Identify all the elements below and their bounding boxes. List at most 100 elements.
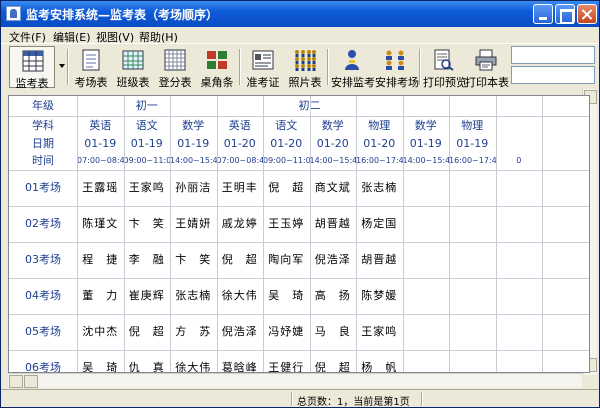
kaochangbiao-button[interactable]: 考场表 xyxy=(71,46,111,89)
toolbar: 监考表 考场表 班级表 登分表 桌角条 准考证 照片表 安排监考 安排考场 打印… xyxy=(1,43,599,90)
time-header: 07:00~08:40 xyxy=(77,156,124,165)
time-header: 14:00~15:40 xyxy=(170,156,217,165)
proctor-name: 吴 琦 xyxy=(82,361,119,373)
room-label: 01考场 xyxy=(25,181,61,194)
proctor-name: 王玉婷 xyxy=(268,217,305,230)
header-label: 日期 xyxy=(32,137,54,150)
anpaikaochang-button[interactable]: 安排考场 xyxy=(375,46,419,89)
print-preview-button[interactable]: 打印预览 xyxy=(423,46,467,89)
scroll-left-icon[interactable] xyxy=(9,375,23,388)
zhuojiaotiao-button[interactable]: 桌角条 xyxy=(197,46,237,89)
proctor-name: 王家鸣 xyxy=(361,325,398,338)
class-table-icon xyxy=(122,50,144,70)
date-header: 01-19 xyxy=(177,137,210,150)
proctor-name: 方 苏 xyxy=(175,325,212,338)
proctor-name xyxy=(496,278,543,314)
grid-line xyxy=(9,206,589,207)
date-header: 01-20 xyxy=(316,137,349,150)
proctor-name xyxy=(403,278,450,314)
page-status: 总页数：1，当前是第1页 xyxy=(297,397,410,408)
proctor-name xyxy=(449,170,496,206)
people-group-icon xyxy=(386,50,404,70)
proctor-name xyxy=(403,242,450,278)
time-header: 14:00~15:40 xyxy=(309,156,357,165)
proctor-name: 倪 超 xyxy=(268,181,305,194)
status-bar: 总页数：1，当前是第1页 xyxy=(1,389,599,407)
proctor-name: 吴 琦 xyxy=(268,289,305,302)
print-button[interactable]: 打印本表 xyxy=(465,46,509,89)
room-label: 05考场 xyxy=(25,325,61,338)
view-dropdown-arrow[interactable] xyxy=(59,64,65,68)
proctor-name xyxy=(449,242,496,278)
proctor-name: 葛晗峰 xyxy=(221,361,258,373)
proctor-name: 马 良 xyxy=(314,325,351,338)
proctor-name: 王家鸣 xyxy=(128,181,165,194)
proctor-name: 崔庚辉 xyxy=(128,289,165,302)
grid-line xyxy=(9,350,589,351)
room-label: 02考场 xyxy=(25,217,61,230)
time-header: 16:00~17:40 xyxy=(356,156,403,165)
minimize-button[interactable] xyxy=(533,4,553,24)
proctor-name xyxy=(496,314,543,350)
admission-ticket-icon xyxy=(252,50,274,70)
zhunkaozheng-button[interactable]: 准考证 xyxy=(243,46,283,89)
menu-bar: 文件(F) 编辑(E) 视图(V) 帮助(H) xyxy=(1,27,599,44)
dengfenbiao-button[interactable]: 登分表 xyxy=(155,46,195,89)
grid-line xyxy=(403,96,404,372)
time-header: 09:00~11:00 xyxy=(123,156,171,165)
app-icon xyxy=(6,6,21,21)
proctor-name: 王健行 xyxy=(268,361,305,373)
date-header: 01-19 xyxy=(84,137,117,150)
photo-grid-icon xyxy=(295,50,316,71)
date-header: 01-19 xyxy=(456,137,489,150)
proctor-name: 倪浩泽 xyxy=(314,253,351,266)
proctor-name: 胡晋越 xyxy=(361,253,398,266)
proctor-name xyxy=(449,314,496,350)
proctor-name xyxy=(403,350,450,372)
time-header: 09:00~11:00 xyxy=(263,156,310,165)
header-label: 学科 xyxy=(32,119,54,132)
anpaijiankao-button[interactable]: 安排监考 xyxy=(331,46,375,89)
proctor-name: 徐大伟 xyxy=(175,361,212,373)
banjibiao-button[interactable]: 班级表 xyxy=(113,46,153,89)
top-combo-box[interactable] xyxy=(511,46,595,64)
grid-line xyxy=(77,96,78,372)
date-header: 01-20 xyxy=(270,137,303,150)
subject-header: 数学 xyxy=(414,119,437,132)
grid-line xyxy=(356,96,357,372)
title-bar[interactable]: 监考安排系统—监考表（考场顺序） xyxy=(1,1,599,27)
time-header: 0 xyxy=(516,156,522,165)
proctor-name: 陈梦媛 xyxy=(361,289,398,302)
proctor-name xyxy=(449,278,496,314)
proctor-name: 陶向军 xyxy=(268,253,305,266)
proctor-name xyxy=(403,314,450,350)
proctor-name: 王婧妍 xyxy=(175,217,212,230)
horizontal-scrollbar[interactable] xyxy=(8,373,582,388)
grid-table-icon xyxy=(22,50,44,72)
bottom-combo-box[interactable] xyxy=(511,66,595,84)
header-label: 时间 xyxy=(32,154,54,167)
proctor-name: 张志楠 xyxy=(361,181,398,194)
printer-icon xyxy=(475,49,497,71)
proctor-name: 戚龙婷 xyxy=(221,217,258,230)
date-header: 01-20 xyxy=(363,137,396,150)
window-title: 监考安排系统—监考表（考场顺序） xyxy=(26,8,219,22)
room-label: 03考场 xyxy=(25,253,61,266)
subject-header: 数学 xyxy=(182,119,205,132)
maximize-button[interactable] xyxy=(555,4,575,24)
time-header: 07:00~08:40 xyxy=(216,156,264,165)
jiankaobiao-button[interactable]: 监考表 xyxy=(9,46,55,90)
close-button[interactable] xyxy=(577,4,597,24)
print-preview-icon xyxy=(434,49,454,71)
proctor-name: 倪 超 xyxy=(221,253,258,266)
proctor-name: 倪 超 xyxy=(314,361,351,373)
proctor-name: 王露瑶 xyxy=(82,181,119,194)
proctor-name: 卞 笑 xyxy=(128,217,165,230)
subject-header: 语文 xyxy=(135,119,158,132)
grid-line xyxy=(124,96,125,372)
zhaopianbiao-button[interactable]: 照片表 xyxy=(285,46,325,89)
horizontal-scroll-thumb[interactable] xyxy=(24,375,38,388)
proctor-name: 倪浩泽 xyxy=(221,325,258,338)
time-header: 16:00~17:40 xyxy=(449,156,496,165)
proctor-name: 杨定国 xyxy=(361,217,398,230)
